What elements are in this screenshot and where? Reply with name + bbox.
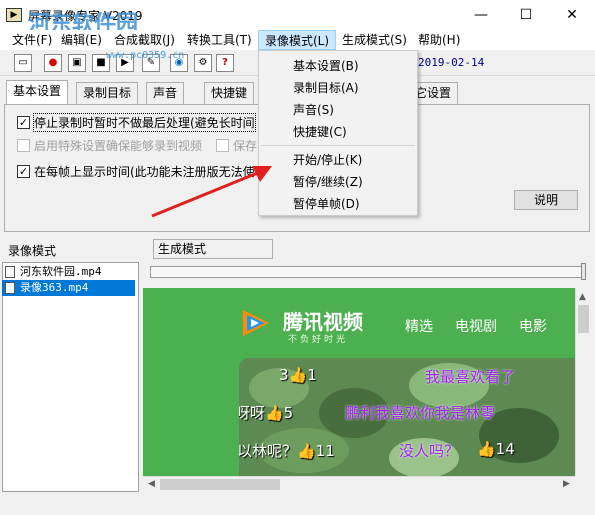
list-item-selected[interactable]: 录像363.mp4 [2, 280, 135, 296]
menu-record-mode[interactable]: 录像模式(L) [258, 30, 337, 50]
menu-item-basic-settings[interactable]: 基本设置(B) [293, 57, 359, 74]
danmu-comment: 以林呢？👍11 [239, 442, 335, 460]
scroll-left-icon[interactable]: ◀ [148, 479, 155, 489]
video-brand: 腾讯视频 [283, 310, 363, 334]
menu-help[interactable]: 帮助(H) [412, 30, 466, 50]
option-1-label: 停止录制时暂时不做最后处理(避免长时间 [33, 113, 256, 132]
date-display: 2019-02-14 [418, 56, 485, 69]
option-3-label: 保存 [233, 139, 258, 153]
option-2-label: 启用特殊设置确保能够录到视频 [34, 139, 203, 153]
danmu-comment: 我最喜欢看了 [425, 368, 516, 386]
video-nav-featured: 精选 [405, 319, 433, 335]
scroll-up-icon[interactable]: ▲ [579, 292, 586, 302]
option-1-checkbox[interactable]: ✓ [17, 116, 30, 129]
option-3-checkbox[interactable] [216, 139, 229, 152]
tab-basic-settings[interactable]: 基本设置 [6, 80, 69, 104]
menu-item-hotkeys[interactable]: 快捷键(C) [293, 123, 347, 140]
close-button[interactable]: ✕ [549, 0, 595, 30]
menu-compose[interactable]: 合成截取(J) [108, 30, 181, 50]
video-slogan: 不负好时光 [288, 335, 349, 345]
tab-sound[interactable]: 声音 [146, 82, 185, 104]
video-nav-tv: 电视剧 [455, 319, 497, 335]
slider-handle[interactable] [581, 263, 586, 280]
playback-slider[interactable] [150, 266, 586, 278]
red-arrow-icon [151, 166, 272, 218]
vertical-scroll-thumb[interactable] [578, 305, 589, 333]
menu-item-start-stop[interactable]: 开始/停止(K) [293, 151, 362, 168]
tab-record-target[interactable]: 录制目标 [76, 82, 139, 104]
danmu-comment: 没人吗？ [399, 442, 460, 460]
file-list [2, 262, 139, 492]
menu-file[interactable]: 文件(F) [6, 30, 58, 50]
help-icon[interactable]: ? [216, 54, 234, 72]
menu-separator [261, 145, 415, 146]
record-mode-dropdown: 基本设置(B) 录制目标(A) 声音(S) 快捷键(C) 开始/停止(K) 暂停… [258, 50, 418, 216]
file-icon [5, 266, 15, 278]
status-bar [0, 494, 595, 515]
video-preview: 腾讯视频 不负好时光 精选 电视剧 电影 3👍1 我最喜欢看了 呀呀👍5 鹏利我… [143, 288, 575, 476]
pause-icon[interactable]: ▣ [68, 54, 86, 72]
new-file-icon[interactable]: ▭ [14, 54, 32, 72]
menu-item-pause-resume[interactable]: 暂停/继续(Z) [293, 173, 363, 190]
option-2-checkbox[interactable] [17, 139, 30, 152]
video-nav-movie: 电影 [519, 319, 547, 335]
horizontal-scroll-thumb[interactable] [160, 479, 280, 490]
menu-item-sound[interactable]: 声音(S) [293, 101, 334, 118]
danmu-comment: 鹏利我喜欢你我是林零 [345, 404, 496, 422]
record-mode-label: 录像模式 [8, 244, 57, 258]
menu-item-record-target[interactable]: 录制目标(A) [293, 79, 359, 96]
record-icon[interactable]: ● [44, 54, 62, 72]
video-scene: 3👍1 我最喜欢看了 呀呀👍5 鹏利我喜欢你我是林零 以林呢？👍11 没人吗？ … [239, 358, 575, 476]
menu-edit[interactable]: 编辑(E) [55, 30, 108, 50]
menu-item-pause-single-frame[interactable]: 暂停单帧(D) [293, 195, 360, 212]
tab-hotkeys[interactable]: 快捷键 [204, 82, 255, 104]
watermark-url: www.pc0359.cn [106, 50, 185, 61]
minimize-button[interactable]: — [458, 0, 504, 30]
tencent-video-logo-icon [243, 310, 269, 336]
list-item[interactable]: 河东软件园.mp4 [2, 264, 135, 280]
menu-generate-mode[interactable]: 生成模式(S) [336, 30, 413, 50]
option-4-checkbox[interactable]: ✓ [17, 165, 30, 178]
file-icon [5, 282, 15, 294]
danmu-comment: 呀呀👍5 [239, 404, 294, 422]
maximize-button[interactable]: ☐ [503, 0, 549, 30]
explain-button[interactable]: 说明 [514, 190, 578, 210]
danmu-comment: 👍14 [477, 440, 515, 458]
settings-icon[interactable]: ⚙ [194, 54, 212, 72]
app-icon: ▶ [6, 8, 22, 22]
scroll-right-icon[interactable]: ▶ [563, 479, 570, 489]
menu-convert[interactable]: 转换工具(T) [181, 30, 258, 50]
tab-generate-mode[interactable]: 生成模式 [153, 239, 273, 259]
danmu-comment: 3👍1 [279, 366, 317, 384]
